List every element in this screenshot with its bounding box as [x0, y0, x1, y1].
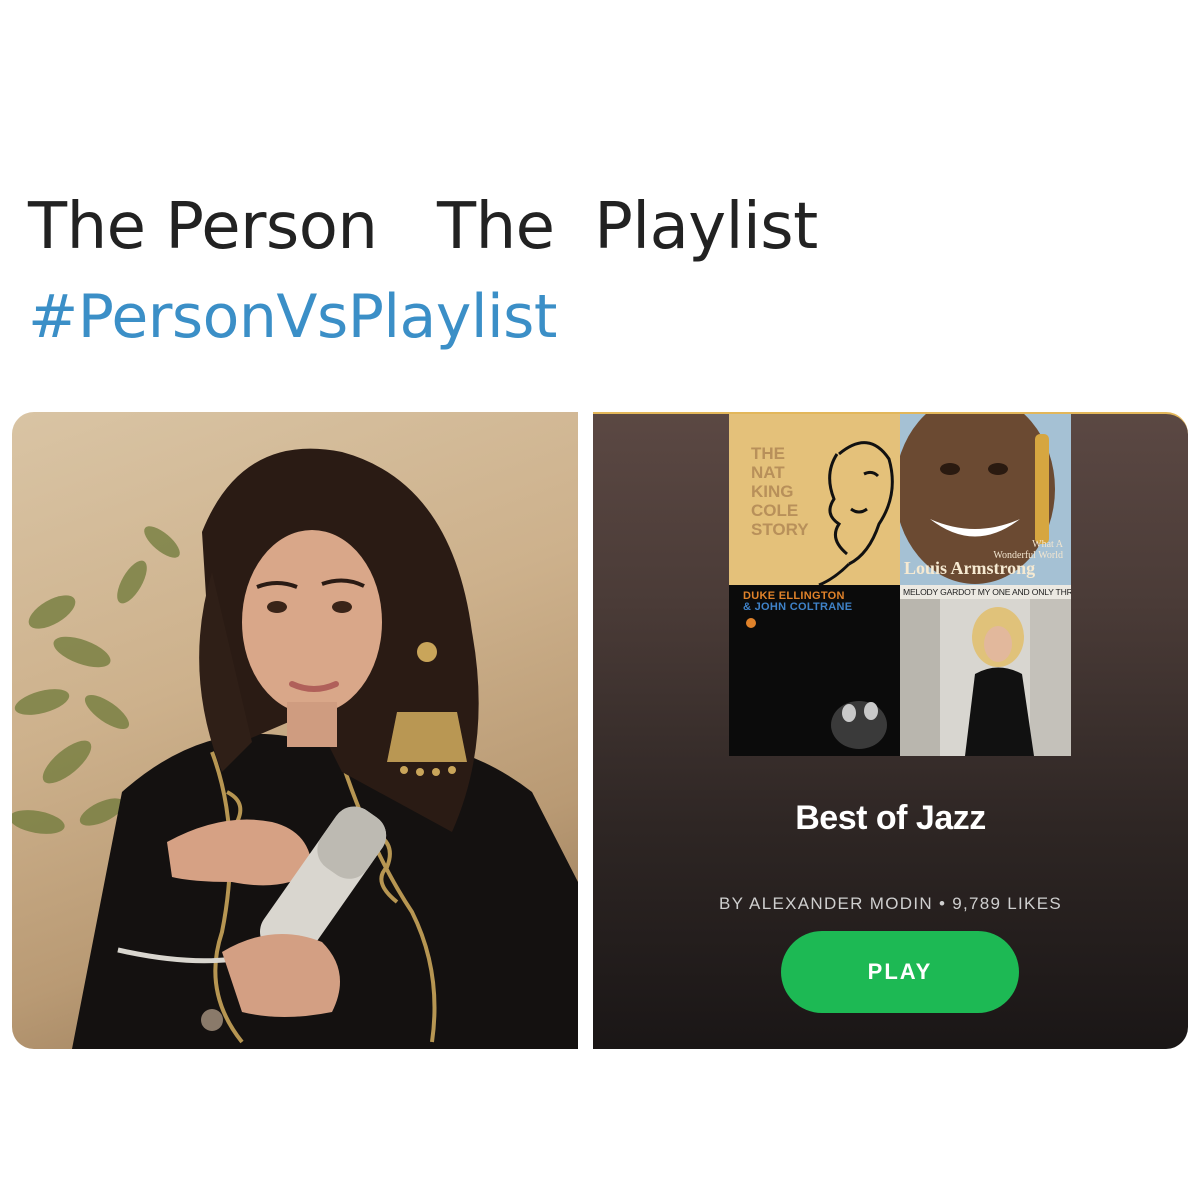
playlist-title: Best of Jazz: [795, 799, 986, 837]
louis-armstrong-name: Louis Armstrong: [904, 558, 1036, 578]
nat-king-cole-sketch: [818, 441, 894, 585]
post-title: The Person The Playlist: [28, 190, 818, 264]
cover-nat-king-cole: THE NAT KING COLE STORY: [729, 414, 900, 585]
playlist-meta: BY ALEXANDER MODIN • 9,789 LIKES: [719, 894, 1062, 913]
cover-duke-ellington-coltrane: DUKE ELLINGTON & JOHN COLTRANE: [729, 585, 900, 756]
play-button[interactable]: PLAY: [781, 931, 1019, 1013]
melody-gardot-photo: [900, 599, 1071, 756]
playlist-cover-mosaic: THE NAT KING COLE STORY What A Wonderful…: [729, 414, 1071, 756]
melody-gardot-title: MELODY GARDOT MY ONE AND ONLY THRILL: [900, 585, 1071, 599]
hashtag-link[interactable]: #PersonVsPlaylist: [28, 282, 557, 352]
playlist-card: THE NAT KING COLE STORY What A Wonderful…: [593, 412, 1188, 1049]
cover-louis-armstrong: What A Wonderful World Louis Armstrong: [900, 414, 1071, 585]
cover-melody-gardot: MELODY GARDOT MY ONE AND ONLY THRILL: [900, 585, 1071, 756]
duke-ellington-photo: [746, 618, 887, 749]
person-photo: [12, 412, 578, 1049]
